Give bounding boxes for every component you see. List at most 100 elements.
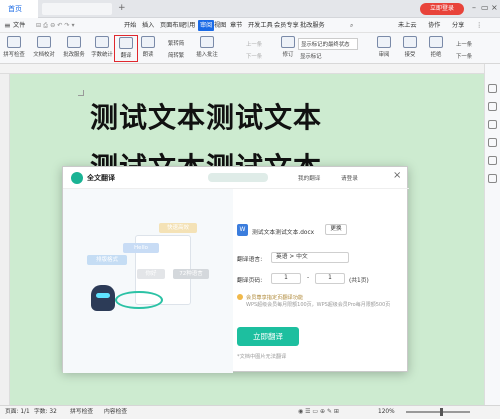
spell-check-icon	[7, 36, 21, 48]
my-translations-link[interactable]: 我的翻译	[298, 174, 320, 182]
page-margin-marker	[78, 90, 84, 96]
close-icon[interactable]: ×	[491, 3, 498, 12]
minimize-icon[interactable]: –	[472, 3, 476, 12]
tag-nihao: 你好	[137, 269, 165, 279]
menu-member[interactable]: 会员专享	[274, 18, 299, 33]
member-note: 会员尊享指定页翻译功能	[246, 295, 304, 301]
spell-check-status[interactable]: 拼写检查	[70, 405, 93, 419]
next-change-button[interactable]: 下一条	[456, 52, 472, 60]
image-note: *文档中图片无法翻译	[237, 354, 287, 360]
traditional-to-simplified-button[interactable]: 繁转简	[168, 39, 184, 47]
menu-start[interactable]: 开始	[124, 18, 136, 33]
pages-label: 翻译页码:	[237, 278, 263, 284]
horizontal-ruler[interactable]	[0, 64, 500, 74]
document-text-line-1: 测试文本测试文本	[90, 101, 323, 134]
menu-references[interactable]: 引用	[183, 18, 195, 33]
page-range-dash: -	[307, 275, 310, 281]
zoom-slider-thumb[interactable]	[440, 408, 443, 416]
menu-view[interactable]: 视图	[214, 18, 226, 33]
review-icon	[377, 36, 391, 48]
display-mode-select[interactable]: 显示标记的最终状态	[298, 38, 358, 50]
menu-layout[interactable]: 页面布局	[160, 18, 185, 33]
insert-comment-button[interactable]: 插入批注	[192, 36, 222, 58]
prev-comment-button[interactable]: 上一条	[246, 40, 262, 48]
menu-file[interactable]: 文件	[13, 18, 25, 33]
comment-icon	[200, 36, 214, 48]
page-count[interactable]: 页面: 1/1	[5, 405, 30, 419]
page-to-input[interactable]: 1	[315, 273, 345, 284]
sidebar-arrow-icon[interactable]	[488, 84, 497, 93]
robot-eyes	[96, 293, 110, 298]
track-changes-icon	[281, 36, 295, 48]
tag-languages: 72种语言	[173, 269, 209, 279]
sidebar-settings-icon[interactable]	[488, 120, 497, 129]
translate-button[interactable]: 翻译	[114, 35, 138, 62]
tag-hello: Hello	[123, 243, 159, 253]
vertical-ruler[interactable]	[0, 74, 10, 405]
accept-icon	[403, 36, 417, 48]
cloud-status[interactable]: 未上云	[398, 18, 417, 33]
member-crown-icon	[237, 294, 243, 300]
show-markup-button[interactable]: 显示标记	[300, 52, 322, 60]
dialog-banner	[208, 173, 268, 182]
tag-layout: 排版格式	[87, 255, 127, 265]
correction-button[interactable]: 批改服务	[62, 36, 86, 58]
page-total: (共1页)	[349, 278, 369, 284]
sidebar-shape-icon[interactable]	[488, 138, 497, 147]
menu-icon[interactable]: ≡	[4, 21, 11, 30]
proofread-button[interactable]: 文档校对	[32, 36, 56, 58]
tag-fast: 快速高效	[159, 223, 197, 233]
quick-access-icons[interactable]: ⊟ ⎙ ⊖ ↶ ↷ ▾	[36, 18, 75, 33]
robot-mascot-icon	[91, 285, 115, 311]
menu-correction[interactable]: 批改服务	[300, 18, 325, 33]
new-tab-icon[interactable]: +	[118, 3, 126, 13]
sidebar-grid-icon[interactable]	[488, 174, 497, 183]
menu-review[interactable]: 审阅	[198, 20, 215, 31]
language-select[interactable]: 英语 > 中文	[271, 252, 349, 263]
translate-icon	[119, 37, 133, 49]
start-translate-button[interactable]: 立即翻译	[237, 327, 299, 346]
reject-button[interactable]: 拒绝	[424, 36, 448, 58]
view-mode-icons[interactable]: ◉ ☰ ▭ ⊕ ✎ ⊞	[298, 405, 339, 419]
proofread-icon	[37, 36, 51, 48]
correction-icon	[67, 36, 81, 48]
language-label: 翻译语言:	[237, 257, 263, 263]
file-word-icon: W	[237, 224, 248, 236]
login-button[interactable]: 立即登录	[420, 3, 464, 15]
read-aloud-icon	[141, 36, 155, 48]
collaborate-button[interactable]: 协作	[428, 18, 440, 33]
read-aloud-button[interactable]: 朗读	[136, 36, 160, 58]
menu-chapter[interactable]: 章节	[230, 18, 242, 33]
more-icon[interactable]: ⋮	[476, 18, 482, 33]
zoom-level[interactable]: 120%	[378, 405, 395, 419]
change-file-button[interactable]: 更换	[325, 224, 347, 235]
menu-insert[interactable]: 插入	[142, 18, 154, 33]
zoom-slider[interactable]	[406, 411, 470, 413]
menu-developer[interactable]: 开发工具	[248, 18, 273, 33]
review-button[interactable]: 审阅	[372, 36, 396, 58]
translate-dialog: 全文翻译 我的翻译 请登录 × 快速高效 Hello 排版格式 你好 72种语言…	[62, 166, 409, 373]
word-count[interactable]: 字数: 32	[34, 405, 57, 419]
accept-button[interactable]: 接受	[398, 36, 422, 58]
dialog-login-link[interactable]: 请登录	[341, 174, 358, 182]
document-tab[interactable]	[42, 3, 112, 15]
search-icon[interactable]: ⌕	[350, 18, 353, 33]
illustration-ring	[115, 291, 163, 309]
page-from-input[interactable]: 1	[271, 273, 301, 284]
translate-logo-icon	[71, 172, 83, 184]
content-check-status[interactable]: 内容检查	[104, 405, 127, 419]
dialog-close-icon[interactable]: ×	[393, 170, 401, 181]
word-count-button[interactable]: 字数统计	[90, 36, 114, 58]
prev-change-button[interactable]: 上一条	[456, 40, 472, 48]
tab-home[interactable]: 首页	[0, 0, 38, 18]
next-comment-button[interactable]: 下一条	[246, 52, 262, 60]
sidebar-edit-icon[interactable]	[488, 102, 497, 111]
track-changes-button[interactable]: 修订	[276, 36, 300, 58]
restore-icon[interactable]: ▭	[481, 3, 489, 12]
simplified-to-traditional-button[interactable]: 简转繁	[168, 51, 184, 59]
sidebar-location-icon[interactable]	[488, 156, 497, 165]
file-name: 测试文本测试文本.docx	[252, 230, 315, 236]
spell-check-button[interactable]: 拼写检查	[2, 36, 26, 58]
right-sidebar	[484, 64, 500, 405]
share-button[interactable]: 分享	[452, 18, 464, 33]
